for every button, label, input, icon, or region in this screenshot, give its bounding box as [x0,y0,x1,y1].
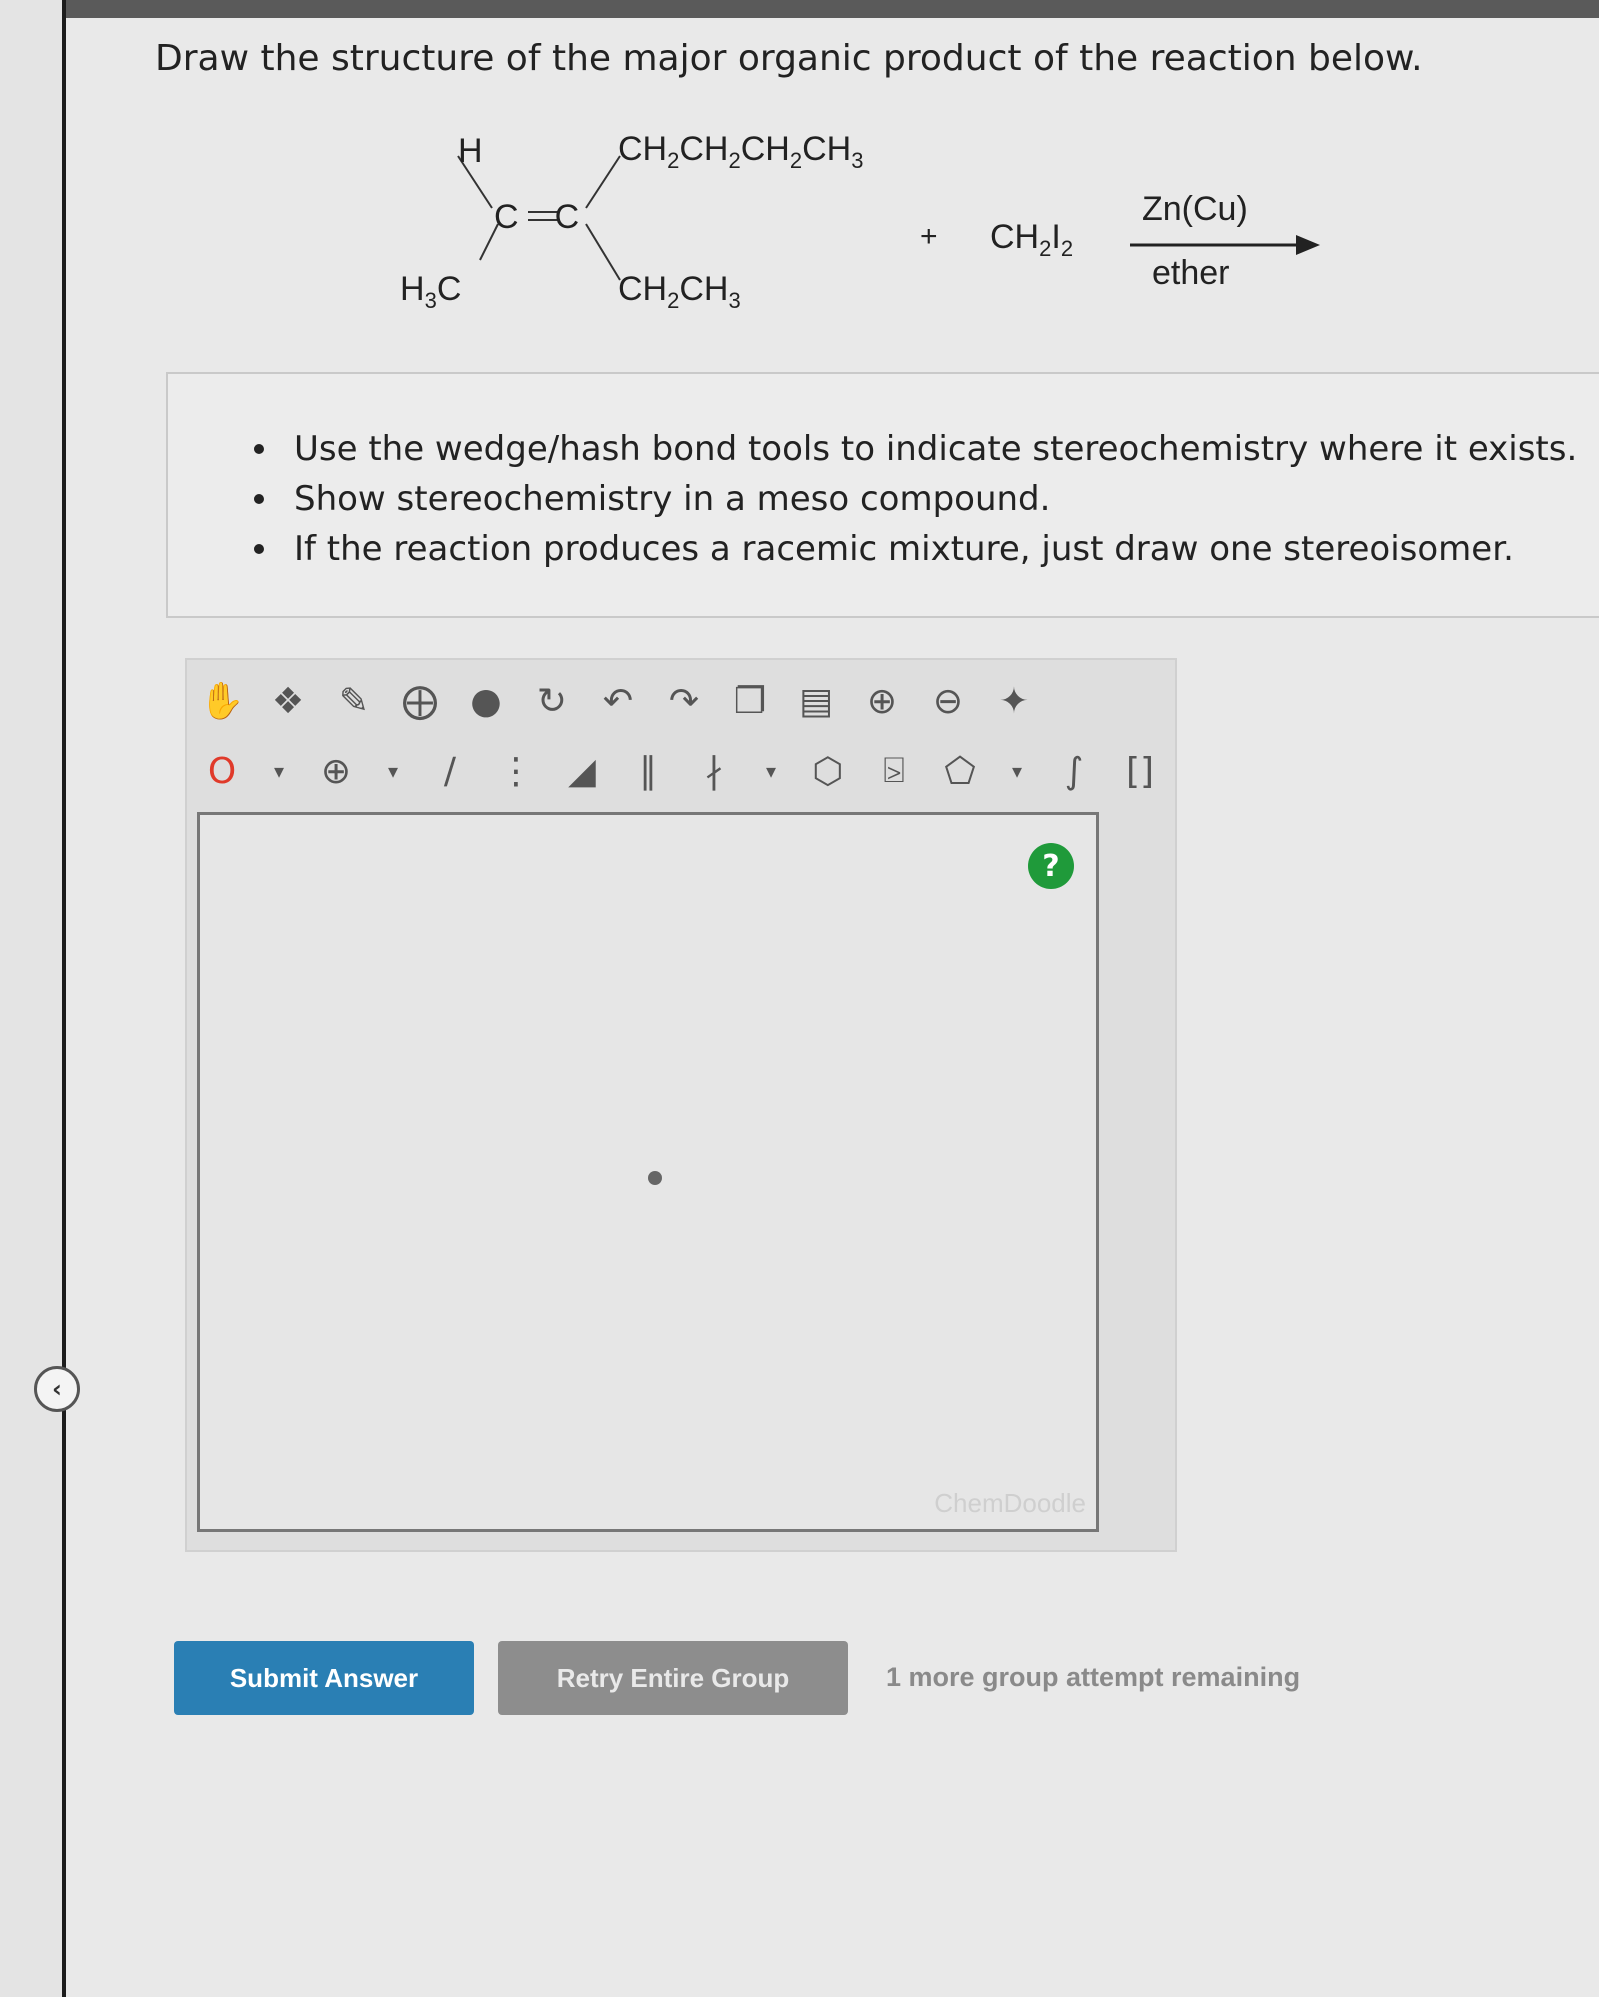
chevron-down-icon[interactable]: ▾ [261,744,297,798]
chemdoodle-editor: ✋ ❖ ✎ ⨁ ● ↻ ↶ ↷ ❐ ▤ ⊕ ⊖ ✦ O ▾ ⊕ ▾ ∕ ⋮ ◢ … [185,658,1177,1552]
chemdoodle-watermark: ChemDoodle [934,1488,1086,1518]
reagent-ch2i2: CH2I2 [990,218,1074,261]
instruction-item: Show stereochemistry in a meso compound. [254,474,1599,524]
atom-label-button[interactable]: O [195,744,249,798]
copy-icon[interactable]: ❐ [723,674,777,728]
redo-icon[interactable]: ↷ [657,674,711,728]
instruction-item: If the reaction produces a racemic mixtu… [254,524,1599,574]
cyclohexane-icon[interactable]: ⬡ [801,744,855,798]
repeat-unit-icon[interactable]: ∫ [1047,744,1101,798]
bracket-icon[interactable]: [] [1113,744,1167,798]
ring-icon[interactable]: ⨁ [393,674,447,728]
toolbar-top: ✋ ❖ ✎ ⨁ ● ↻ ↶ ↷ ❐ ▤ ⊕ ⊖ ✦ [195,666,1041,736]
zoom-in-icon[interactable]: ⊕ [855,674,909,728]
atom-methyl: H3C [400,270,462,313]
reaction-scheme: H H3C CC CH2CH2CH2CH3 CH2CH3 + CH2I2 Zn(… [400,120,1350,340]
help-button[interactable]: ? [1028,843,1074,889]
benzene-icon[interactable]: ⍄ [867,744,921,798]
question-prompt: Draw the structure of the major organic … [155,38,1423,79]
chevron-down-icon[interactable]: ▾ [753,744,789,798]
drawing-canvas[interactable]: ? ChemDoodle [197,812,1099,1532]
top-strip [0,0,1599,18]
chevron-down-icon[interactable]: ▾ [375,744,411,798]
paste-icon[interactable]: ▤ [789,674,843,728]
toolbar-bottom: O ▾ ⊕ ▾ ∕ ⋮ ◢ ∥ ∤ ▾ ⬡ ⍄ ⬠ ▾ ∫ [] [195,736,1167,806]
charge-plus-icon[interactable]: ⊕ [309,744,363,798]
hash-bond-icon[interactable]: ⋮ [489,744,543,798]
plus-sign: + [920,220,938,253]
substituent-butyl: CH2CH2CH2CH3 [618,130,864,173]
instruction-item: Use the wedge/hash bond tools to indicat… [254,424,1599,474]
triple-bond-icon[interactable]: ∤ [687,744,741,798]
atom-h-top: H [458,132,483,170]
alkene-center: CC [494,198,580,236]
solvent-label: ether [1152,254,1230,292]
submit-answer-button[interactable]: Submit Answer [174,1641,474,1715]
single-bond-icon[interactable]: ∕ [423,744,477,798]
clean-icon[interactable]: ✦ [987,674,1041,728]
retry-group-button[interactable]: Retry Entire Group [498,1641,848,1715]
hand-icon[interactable]: ✋ [195,674,249,728]
cyclopentane-icon[interactable]: ⬠ [933,744,987,798]
lasso-icon[interactable]: ❖ [261,674,315,728]
attempts-remaining-text: 1 more group attempt remaining [886,1662,1301,1692]
zoom-out-icon[interactable]: ⊖ [921,674,975,728]
canvas-center-marker [648,1171,662,1185]
instructions-list: Use the wedge/hash bond tools to indicat… [168,374,1599,574]
instructions-box: Use the wedge/hash bond tools to indicat… [166,372,1599,618]
collapse-sidebar-button[interactable]: ‹ [34,1366,80,1412]
chevron-left-icon: ‹ [52,1375,62,1403]
catalyst-label: Zn(Cu) [1142,190,1248,228]
rotate-icon[interactable]: ↻ [525,674,579,728]
templates-icon[interactable]: ● [459,674,513,728]
substituent-ethyl: CH2CH3 [618,270,741,313]
double-bond-icon[interactable]: ∥ [621,744,675,798]
left-sidebar [0,0,66,1997]
eraser-icon[interactable]: ✎ [327,674,381,728]
undo-icon[interactable]: ↶ [591,674,645,728]
chevron-down-icon[interactable]: ▾ [999,744,1035,798]
wedge-bond-icon[interactable]: ◢ [555,744,609,798]
